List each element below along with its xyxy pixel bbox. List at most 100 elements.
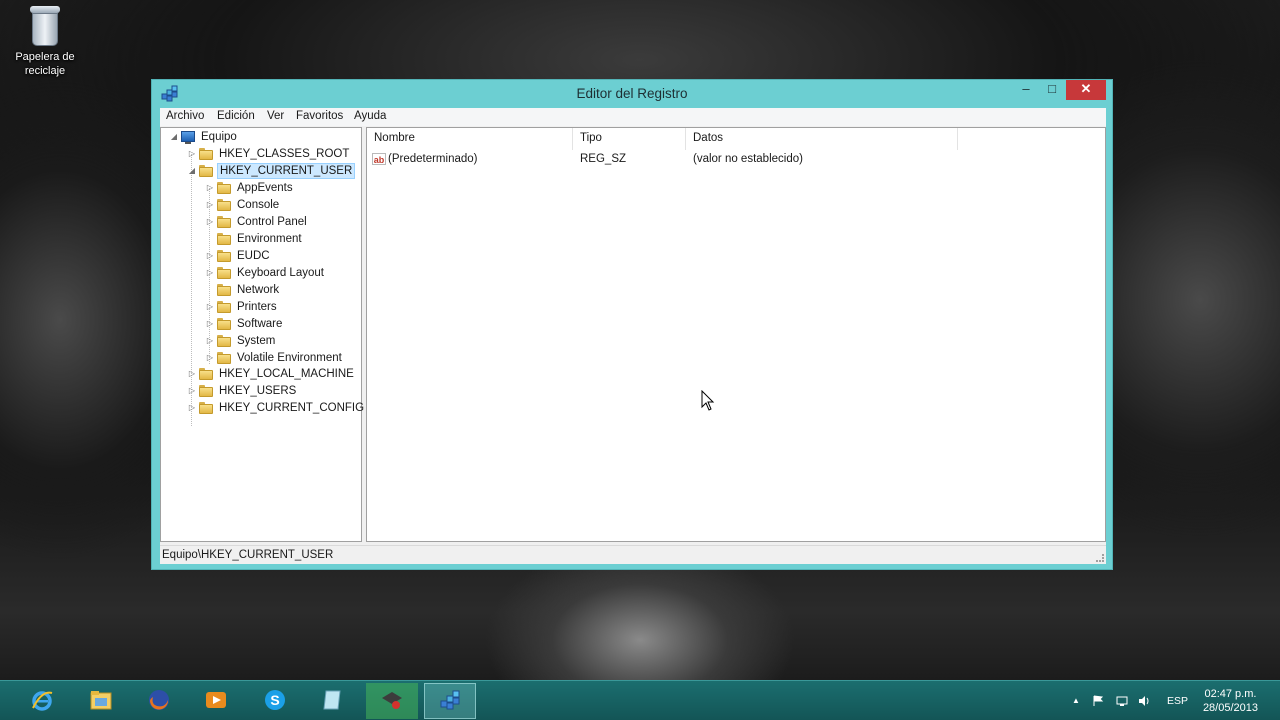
expand-arrow-icon[interactable]: ▷ bbox=[187, 366, 197, 382]
value-name: (Predeterminado) bbox=[388, 153, 478, 165]
folder-icon bbox=[217, 199, 231, 211]
values-list-pane[interactable]: Nombre Tipo Datos ab (Predeterminado) RE… bbox=[366, 127, 1106, 542]
registry-editor-window: Editor del Registro – □ ✕ Archivo Edició… bbox=[151, 79, 1113, 570]
recycle-bin-shortcut[interactable]: Papelera de reciclaje bbox=[8, 6, 82, 78]
expand-arrow-icon[interactable]: ▷ bbox=[205, 180, 215, 196]
value-type: REG_SZ bbox=[580, 153, 627, 165]
firefox-icon bbox=[149, 690, 169, 710]
column-header-nombre[interactable]: Nombre bbox=[374, 132, 415, 148]
taskbar: S ▲ ESP 02:47 p.m. 28/05/2013 bbox=[0, 680, 1280, 720]
svg-text:S: S bbox=[270, 692, 279, 708]
action-center-flag-icon[interactable] bbox=[1092, 695, 1104, 707]
recorder-icon bbox=[382, 692, 402, 709]
folder-icon bbox=[217, 216, 231, 228]
folder-icon bbox=[217, 335, 231, 347]
expand-arrow-icon[interactable]: ▷ bbox=[205, 333, 215, 349]
maximize-button[interactable]: □ bbox=[1039, 80, 1065, 100]
expand-arrow-icon[interactable]: ▷ bbox=[187, 146, 197, 162]
menu-bar: Archivo Edición Ver Favoritos Ayuda bbox=[160, 108, 1106, 126]
expand-arrow-icon[interactable]: ▷ bbox=[205, 316, 215, 332]
folder-icon bbox=[199, 385, 213, 397]
folder-icon bbox=[217, 284, 231, 296]
internet-explorer-icon bbox=[32, 691, 53, 711]
show-hidden-icons-icon[interactable]: ▲ bbox=[1072, 695, 1084, 707]
tree-node-label: EUDC bbox=[237, 250, 270, 262]
folder-icon bbox=[199, 402, 213, 414]
tree-node-label: Equipo bbox=[201, 131, 237, 143]
language-indicator[interactable]: ESP bbox=[1167, 695, 1188, 707]
system-tray: ▲ ESP 02:47 p.m. 28/05/2013 bbox=[1066, 681, 1280, 720]
regedit-icon bbox=[440, 690, 460, 710]
tree-node-label: System bbox=[237, 335, 276, 347]
tree-node-label: Volatile Environment bbox=[237, 352, 342, 364]
folder-icon bbox=[217, 318, 231, 330]
media-player-icon bbox=[206, 692, 226, 708]
expand-arrow-icon[interactable]: ▷ bbox=[187, 383, 197, 399]
folder-icon bbox=[199, 368, 213, 380]
collapse-arrow-icon[interactable]: ◢ bbox=[169, 129, 179, 145]
tree-node-label: HKEY_USERS bbox=[219, 385, 297, 397]
taskbar-notepad[interactable] bbox=[307, 683, 359, 719]
ab-string-icon: ab bbox=[372, 153, 386, 165]
volume-icon[interactable] bbox=[1138, 695, 1150, 707]
tree-node-label: Console bbox=[237, 199, 280, 211]
expand-arrow-icon[interactable]: ▷ bbox=[205, 197, 215, 213]
status-path: Equipo\HKEY_CURRENT_USER bbox=[162, 549, 334, 561]
window-title: Editor del Registro bbox=[576, 86, 688, 101]
collapse-arrow-icon[interactable]: ◢ bbox=[187, 163, 197, 179]
clock-date: 28/05/2013 bbox=[1202, 702, 1258, 714]
menu-favoritos[interactable]: Favoritos bbox=[296, 110, 343, 122]
network-icon[interactable] bbox=[1116, 695, 1128, 707]
clock-time: 02:47 p.m. bbox=[1204, 688, 1257, 700]
menu-ver[interactable]: Ver bbox=[267, 110, 284, 122]
resize-grip-icon[interactable] bbox=[1096, 554, 1104, 562]
notepad-icon bbox=[323, 690, 341, 710]
tree-node-label: Control Panel bbox=[237, 216, 307, 228]
folder-icon bbox=[217, 301, 231, 313]
tree-node-label: Printers bbox=[237, 301, 277, 313]
taskbar-internet-explorer[interactable] bbox=[16, 683, 68, 719]
menu-archivo[interactable]: Archivo bbox=[166, 110, 204, 122]
mouse-pointer-icon bbox=[701, 390, 715, 411]
folder-icon bbox=[217, 250, 231, 262]
expand-arrow-icon[interactable]: ▷ bbox=[205, 214, 215, 230]
taskbar-file-explorer[interactable] bbox=[75, 683, 127, 719]
tree-node-label: Keyboard Layout bbox=[237, 267, 324, 279]
menu-ayuda[interactable]: Ayuda bbox=[354, 110, 386, 122]
tree-node-label: Environment bbox=[237, 233, 302, 245]
clock[interactable]: 02:47 p.m. 28/05/2013 bbox=[1203, 687, 1258, 715]
expand-arrow-icon[interactable]: ▷ bbox=[205, 248, 215, 264]
title-bar[interactable]: Editor del Registro – □ ✕ bbox=[152, 80, 1112, 108]
tree-node-label: HKEY_CURRENT_USER bbox=[217, 163, 356, 179]
folder-icon bbox=[199, 148, 213, 160]
tree-node-label: Software bbox=[237, 318, 283, 330]
recycle-bin-label-line2: reciclaje bbox=[24, 65, 66, 77]
computer-icon bbox=[181, 131, 195, 144]
column-header-datos[interactable]: Datos bbox=[693, 132, 723, 148]
minimize-button[interactable]: – bbox=[1013, 80, 1039, 100]
expand-arrow-icon[interactable]: ▷ bbox=[187, 400, 197, 416]
taskbar-recorder[interactable] bbox=[366, 683, 418, 719]
taskbar-media-player[interactable] bbox=[190, 683, 242, 719]
folder-icon bbox=[217, 182, 231, 194]
tree-node-label: Network bbox=[237, 284, 280, 296]
menu-edicion[interactable]: Edición bbox=[217, 110, 255, 122]
tree-node-label: HKEY_LOCAL_MACHINE bbox=[219, 368, 354, 380]
expand-arrow-icon[interactable]: ▷ bbox=[205, 350, 215, 366]
taskbar-skype[interactable]: S bbox=[249, 683, 301, 719]
tree-node-label: HKEY_CURRENT_CONFIG bbox=[219, 402, 365, 414]
expand-arrow-icon[interactable]: ▷ bbox=[205, 299, 215, 315]
status-bar: Equipo\HKEY_CURRENT_USER bbox=[160, 545, 1106, 564]
file-explorer-icon bbox=[90, 691, 112, 710]
taskbar-regedit[interactable] bbox=[424, 683, 476, 719]
close-button[interactable]: ✕ bbox=[1066, 80, 1106, 100]
taskbar-firefox[interactable] bbox=[133, 683, 185, 719]
value-data: (valor no establecido) bbox=[693, 153, 803, 165]
folder-icon bbox=[217, 233, 231, 245]
tree-node-label: AppEvents bbox=[237, 182, 293, 194]
tree-node-label: HKEY_CLASSES_ROOT bbox=[219, 148, 350, 160]
expand-arrow-icon[interactable]: ▷ bbox=[205, 265, 215, 281]
column-header-tipo[interactable]: Tipo bbox=[580, 132, 602, 148]
skype-icon: S bbox=[265, 690, 285, 710]
key-tree-pane[interactable]: ◢ Equipo ▷ HKEY_CLASSES_ROOT ◢ HKEY_CURR… bbox=[160, 127, 364, 542]
